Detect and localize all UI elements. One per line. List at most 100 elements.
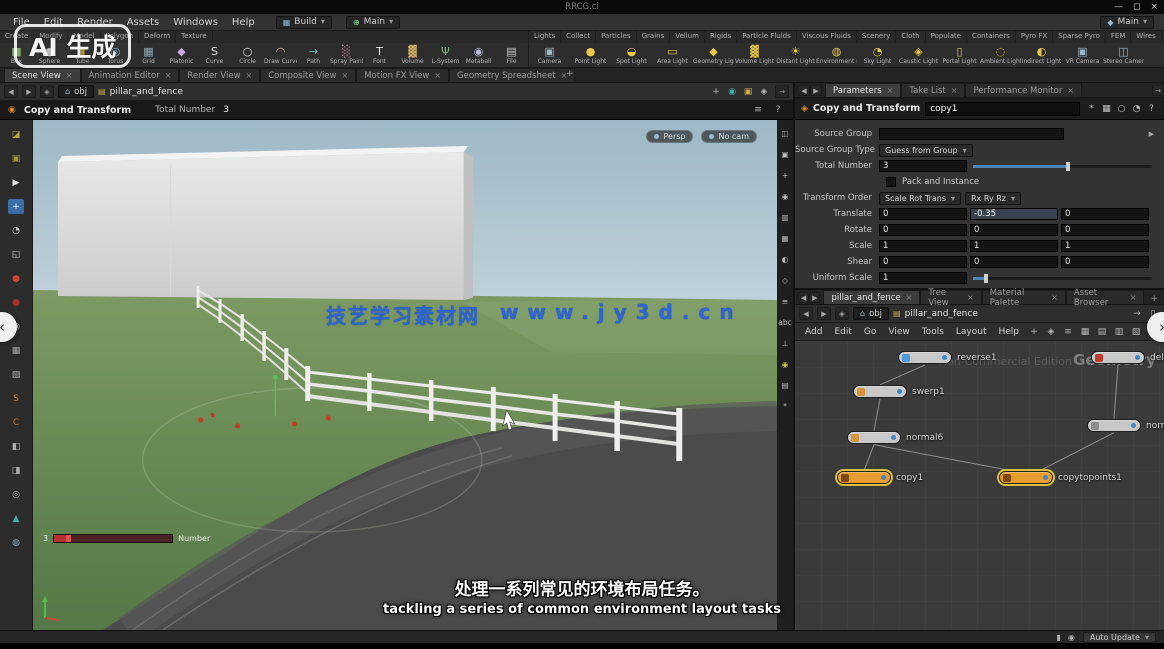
tool-platonic[interactable]: ◆ Platonic bbox=[165, 46, 198, 65]
pack-instance-checkbox[interactable] bbox=[886, 177, 896, 187]
pane-tab[interactable]: Performance Monitor × bbox=[965, 83, 1082, 97]
current-network-path[interactable]: pillar_and_fence bbox=[905, 309, 978, 319]
back-arrow-icon[interactable] bbox=[4, 85, 18, 98]
close-button[interactable]: × bbox=[1150, 2, 1158, 12]
tool-camera[interactable]: ▣ Camera bbox=[529, 46, 570, 65]
scene-selector[interactable]: ⊕ Main bbox=[346, 16, 400, 29]
linked-pane-icon[interactable] bbox=[1152, 85, 1164, 96]
tool-ambient-light[interactable]: ◌ Ambient Light bbox=[980, 46, 1021, 65]
display-flag[interactable] bbox=[1135, 355, 1140, 360]
select-tool-icon[interactable]: ▶ bbox=[8, 175, 24, 190]
uniform-scale-slider[interactable] bbox=[973, 277, 1152, 280]
sculpt-tool-icon[interactable]: ● bbox=[8, 271, 24, 286]
gear-icon[interactable]: * bbox=[1085, 104, 1098, 114]
mirror-tool-icon[interactable]: ◧ bbox=[8, 439, 24, 454]
shelf-tab[interactable]: Rigids bbox=[705, 31, 737, 43]
close-tab-icon[interactable]: × bbox=[951, 86, 958, 95]
uniform-scale-field[interactable] bbox=[879, 272, 967, 284]
layout-a-icon[interactable]: ▤ bbox=[1095, 327, 1109, 337]
forward-arrow-icon[interactable] bbox=[810, 85, 822, 96]
source-group-field[interactable] bbox=[879, 128, 1064, 140]
tool-file[interactable]: ▤ File bbox=[495, 46, 528, 65]
pin-icon[interactable] bbox=[835, 307, 849, 320]
view-layout-icon[interactable]: ◫ bbox=[781, 130, 788, 138]
channels-icon[interactable]: ▦ bbox=[1100, 104, 1113, 114]
close-tab-icon[interactable]: × bbox=[1051, 293, 1058, 302]
forward-arrow-icon[interactable] bbox=[809, 292, 820, 303]
display-text-icon[interactable]: abc bbox=[778, 319, 791, 327]
shelf-tab[interactable]: Vellum bbox=[670, 31, 705, 43]
node-name-field[interactable] bbox=[925, 102, 1080, 116]
tool-spray-paint[interactable]: ░ Spray Paint bbox=[330, 46, 363, 65]
rotate-tool-icon[interactable]: ◔ bbox=[8, 223, 24, 238]
clock-icon[interactable]: ◔ bbox=[1130, 104, 1143, 114]
source-group-type-select[interactable]: Guess from Group bbox=[879, 144, 973, 157]
display-options-icon[interactable]: * bbox=[783, 403, 787, 411]
normal3[interactable]: normal3 bbox=[1087, 419, 1164, 432]
slider-handle[interactable] bbox=[66, 535, 71, 542]
network-menu-item[interactable]: View bbox=[882, 327, 915, 337]
shelf-tab[interactable]: Particles bbox=[596, 31, 637, 43]
forward-arrow-icon[interactable] bbox=[817, 307, 831, 320]
shelf-tab[interactable]: Deform bbox=[139, 31, 176, 43]
pane-tab[interactable]: Geometry Spreadsheet × bbox=[449, 68, 575, 82]
pin-network-icon[interactable]: ◈ bbox=[1044, 327, 1058, 337]
menu-item[interactable]: Windows bbox=[166, 17, 225, 28]
grid-view-icon[interactable]: ▦ bbox=[1078, 327, 1092, 337]
grid-display-icon[interactable]: ▦ bbox=[781, 235, 788, 243]
total-number-slider[interactable] bbox=[973, 165, 1152, 168]
close-tab-icon[interactable]: × bbox=[967, 293, 974, 302]
slider-handle[interactable] bbox=[1066, 162, 1070, 171]
desktop-selector[interactable]: ▦ Build bbox=[276, 16, 332, 29]
display-flag[interactable] bbox=[1043, 475, 1048, 480]
shelf-tab[interactable]: Scenery bbox=[857, 31, 896, 43]
list-view-icon[interactable]: ≡ bbox=[1061, 327, 1075, 337]
show-handles-icon[interactable]: ◪ bbox=[8, 127, 24, 142]
shelf-tab[interactable]: Wires bbox=[1131, 31, 1161, 43]
display-normals-icon[interactable]: ⊥ bbox=[782, 340, 789, 348]
current-node-path[interactable]: pillar_and_fence bbox=[110, 87, 183, 97]
pane-tab[interactable]: Take List × bbox=[901, 83, 965, 97]
tool-indirect-light[interactable]: ◐ Indirect Light bbox=[1021, 46, 1062, 65]
pane-tab[interactable]: Motion FX View × bbox=[356, 68, 449, 82]
camera-lock-icon[interactable]: ▣ bbox=[781, 151, 788, 159]
physics-tool-icon[interactable]: ▲ bbox=[8, 511, 24, 526]
tool-circle[interactable]: ○ Circle bbox=[231, 46, 264, 65]
world-axis-icon[interactable]: ◍ bbox=[8, 535, 24, 550]
rotate-z-field[interactable] bbox=[1061, 224, 1149, 236]
tool-stereo-camera[interactable]: ◫ Stereo Camera bbox=[1103, 46, 1144, 65]
pane-tab[interactable]: Render View × bbox=[179, 68, 260, 82]
context-chip[interactable]: obj bbox=[58, 85, 94, 98]
tool-environment-light[interactable]: ◍ Environment Light bbox=[816, 46, 857, 65]
help-icon[interactable]: ? bbox=[771, 105, 785, 115]
close-tab-icon[interactable]: × bbox=[887, 86, 894, 95]
pane-tab[interactable]: Tree View × bbox=[920, 290, 981, 304]
menu-item[interactable]: Help bbox=[225, 17, 262, 28]
scale-y-field[interactable] bbox=[970, 240, 1058, 252]
transform-order-select[interactable]: Scale Rot Trans bbox=[879, 192, 961, 205]
tool-geometry-light[interactable]: ◆ Geometry Light bbox=[693, 46, 734, 65]
total-number-field[interactable] bbox=[879, 160, 967, 172]
display-flag[interactable] bbox=[881, 475, 886, 480]
network-menu-item[interactable]: Help bbox=[993, 327, 1026, 337]
translate-y-field[interactable] bbox=[970, 208, 1058, 220]
list-icon[interactable]: ≡ bbox=[751, 105, 765, 115]
paint-tool-icon[interactable]: ● bbox=[8, 295, 24, 310]
pane-tab[interactable]: pillar_and_fence × bbox=[823, 290, 920, 304]
shelf-tab[interactable]: Texture bbox=[176, 31, 213, 43]
close-tab-icon[interactable]: × bbox=[246, 71, 253, 80]
new-tab-icon[interactable]: + bbox=[709, 87, 723, 97]
close-tab-icon[interactable]: × bbox=[1067, 86, 1074, 95]
delete1[interactable]: delete1 bbox=[1091, 351, 1164, 364]
layout-c-icon[interactable]: ▧ bbox=[1129, 327, 1143, 337]
shelf-tab[interactable]: Cloth bbox=[896, 31, 925, 43]
tool-volume-light[interactable]: ▓ Volume Light bbox=[734, 46, 775, 65]
orbit-tool-icon[interactable]: ◎ bbox=[8, 487, 24, 502]
slider-handle[interactable] bbox=[984, 274, 988, 283]
shear-z-field[interactable] bbox=[1061, 256, 1149, 268]
tool-volume[interactable]: ▓ Volume bbox=[396, 46, 429, 65]
scale-z-field[interactable] bbox=[1061, 240, 1149, 252]
tool-spot-light[interactable]: ◒ Spot Light bbox=[611, 46, 652, 65]
tool-grid[interactable]: ▦ Grid bbox=[132, 46, 165, 65]
display-points-icon[interactable]: ≡ bbox=[782, 298, 788, 306]
